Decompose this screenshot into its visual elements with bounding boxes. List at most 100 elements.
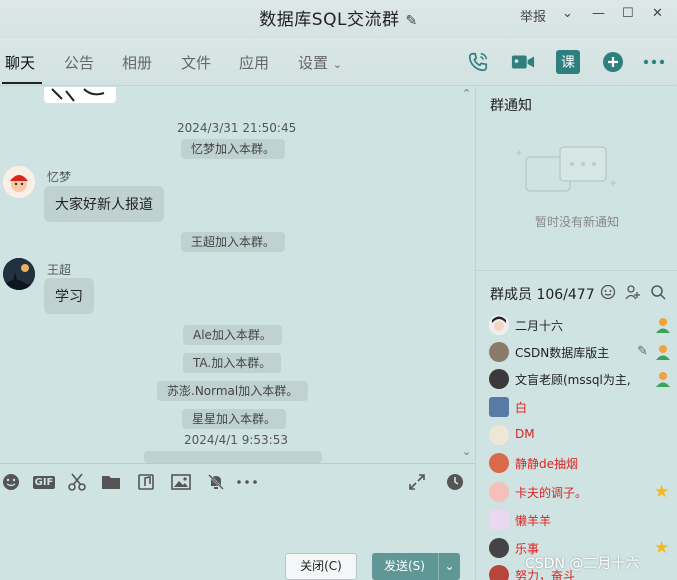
timestamp: 2024/4/1 9:53:53: [184, 433, 288, 447]
member-item[interactable]: 文盲老顾(mssql为主,: [489, 367, 674, 393]
member-item[interactable]: CSDN数据库版主 ✎: [489, 340, 674, 366]
members-count-title: 群成员 106/477: [490, 287, 595, 303]
message-bubble[interactable]: 大家好新人报道: [44, 186, 164, 222]
image-icon[interactable]: [170, 472, 192, 492]
divider: [476, 270, 677, 271]
send-options-chevron-icon[interactable]: ⌄: [438, 553, 460, 580]
member-item[interactable]: 静静de抽烟: [489, 451, 674, 477]
avatar[interactable]: [3, 258, 35, 290]
member-avatar: [489, 453, 509, 473]
chevron-down-icon: ⌄: [332, 58, 343, 71]
edit-title-icon[interactable]: ✎: [405, 13, 417, 29]
voice-call-icon[interactable]: [466, 50, 490, 74]
window-title: 数据库SQL交流群 ✎: [0, 5, 677, 30]
collapse-icon[interactable]: ⌃: [462, 87, 471, 100]
chat-history[interactable]: ⌃ 2024/3/31 21:50:45 忆梦加入本群。 忆梦 大家好新人报道 …: [0, 87, 475, 463]
scroll-down-icon[interactable]: ⌄: [462, 445, 471, 458]
timestamp: 2024/3/31 21:50:45: [177, 121, 297, 135]
member-avatar: [489, 369, 509, 389]
member-item[interactable]: DM: [489, 423, 674, 449]
tab-settings[interactable]: 设置 ⌄: [298, 52, 342, 73]
input-toolbar: GIF: [0, 463, 475, 499]
tab-files[interactable]: 文件: [181, 52, 211, 73]
member-avatar: [489, 342, 509, 362]
more-tools-icon[interactable]: [236, 472, 258, 492]
video-call-icon[interactable]: [511, 50, 535, 74]
search-members-icon[interactable]: [650, 284, 666, 304]
member-name: CSDN数据库版主: [515, 346, 610, 360]
admin-badge-icon: [654, 370, 672, 388]
send-button[interactable]: 发送(S) ⌄: [372, 553, 460, 580]
avatar[interactable]: [3, 166, 35, 198]
system-message: Ale加入本群。: [183, 325, 282, 345]
partial-system-message: [144, 451, 322, 463]
member-name: 白: [515, 401, 528, 415]
empty-notice-text: 暂时没有新通知: [534, 215, 619, 229]
history-clock-icon[interactable]: [444, 472, 466, 492]
emoji-icon[interactable]: [0, 472, 22, 492]
member-avatar: [489, 510, 509, 530]
member-name: DM: [515, 427, 535, 441]
member-filter-icon[interactable]: [600, 284, 616, 304]
member-avatar: [489, 482, 509, 502]
star-badge-icon: ★: [654, 538, 670, 558]
edit-icon[interactable]: ✎: [637, 344, 648, 359]
title-bar: 数据库SQL交流群 ✎ 举报 ⌄ — ☐ ✕: [0, 0, 677, 36]
close-window-icon[interactable]: ✕: [652, 6, 663, 21]
member-avatar: [489, 315, 509, 335]
report-button[interactable]: 举报: [520, 6, 546, 25]
group-name: 数据库SQL交流群: [259, 10, 400, 30]
group-side-panel: 群通知 暂时没有新通知 群成员 106/477 二月十六 CSDN数据库版主 ✎…: [475, 87, 677, 580]
image-message-fragment[interactable]: [44, 87, 116, 103]
folder-icon[interactable]: [100, 472, 122, 492]
system-message: 苏澎.Normal加入本群。: [157, 381, 309, 401]
member-item[interactable]: 卡夫的调子。 ★: [489, 480, 674, 506]
active-tab-indicator: [2, 82, 42, 84]
tab-chat[interactable]: 聊天: [5, 52, 35, 73]
member-avatar: [489, 565, 509, 580]
member-item[interactable]: 懒羊羊: [489, 508, 674, 534]
member-avatar: [489, 397, 509, 417]
minimize-icon[interactable]: —: [592, 6, 605, 21]
notice-title: 群通知: [490, 98, 532, 114]
system-message: 王超加入本群。: [181, 232, 286, 252]
lesson-icon[interactable]: 课: [556, 50, 580, 74]
invite-member-icon[interactable]: [625, 284, 641, 304]
empty-notice-illustration: [516, 139, 636, 205]
watermark: CSDN @二月十六: [525, 556, 640, 572]
close-button[interactable]: 关闭(C): [285, 553, 357, 580]
star-badge-icon: ★: [654, 482, 670, 502]
member-avatar: [489, 425, 509, 445]
system-message: TA.加入本群。: [183, 353, 282, 373]
system-message: 忆梦加入本群。: [181, 139, 286, 159]
tab-settings-label: 设置: [298, 54, 329, 72]
member-item[interactable]: 二月十六: [489, 313, 674, 339]
member-name: 静静de抽烟: [515, 457, 579, 471]
member-name: 二月十六: [515, 319, 564, 333]
message-bubble[interactable]: 学习: [44, 278, 94, 314]
system-message: 星星加入本群。: [182, 409, 287, 429]
music-icon[interactable]: [135, 472, 157, 492]
member-name: 懒羊羊: [515, 514, 552, 528]
dropdown-icon[interactable]: ⌄: [562, 6, 573, 21]
gif-icon[interactable]: GIF: [32, 472, 56, 492]
tab-bar: 聊天 公告 相册 文件 应用 设置 ⌄ 课: [0, 38, 677, 86]
member-item[interactable]: 白: [489, 395, 674, 421]
member-name: 文盲老顾(mssql为主,: [515, 373, 631, 387]
expand-icon[interactable]: [406, 472, 428, 492]
mute-bell-icon[interactable]: [205, 472, 227, 492]
admin-badge-icon: [654, 316, 672, 334]
admin-badge-icon: [654, 343, 672, 361]
tab-album[interactable]: 相册: [122, 52, 152, 73]
tab-apps[interactable]: 应用: [239, 52, 269, 73]
member-avatar: [489, 538, 509, 558]
send-label: 发送(S): [384, 559, 425, 573]
tab-announcement[interactable]: 公告: [64, 52, 94, 73]
screenshot-icon[interactable]: [66, 472, 88, 492]
more-icon[interactable]: [642, 50, 666, 74]
add-icon[interactable]: [601, 50, 625, 74]
maximize-icon[interactable]: ☐: [622, 6, 634, 21]
sender-name[interactable]: 王超: [47, 261, 71, 278]
gif-label: GIF: [32, 475, 56, 489]
sender-name[interactable]: 忆梦: [47, 168, 71, 185]
